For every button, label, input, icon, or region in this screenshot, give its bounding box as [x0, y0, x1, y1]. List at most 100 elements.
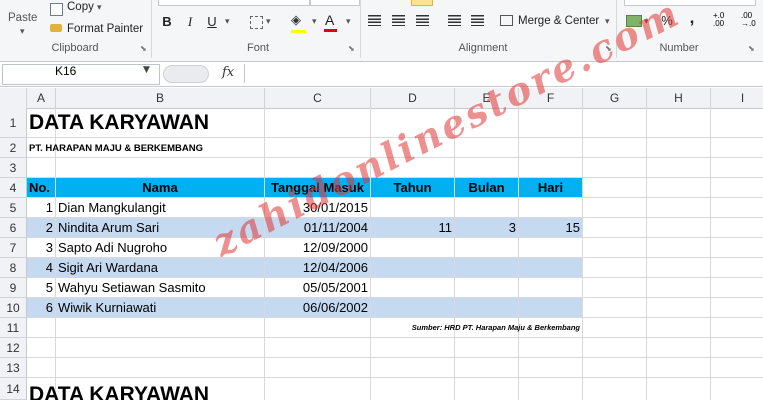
- merge-center-button[interactable]: Merge & Center: [518, 15, 599, 27]
- borders-icon[interactable]: [250, 16, 263, 29]
- row-header-5[interactable]: 5: [0, 198, 27, 218]
- paste-dropdown-icon[interactable]: ▾: [20, 27, 25, 37]
- increase-decimal-icon[interactable]: +.0.00: [713, 12, 724, 28]
- column-header-i[interactable]: I: [711, 88, 763, 108]
- formula-bar: K16 ▼ fx: [0, 62, 763, 87]
- merge-center-dropdown-icon[interactable]: ▾: [605, 17, 610, 27]
- column-header-h[interactable]: H: [647, 88, 711, 108]
- font-color-icon[interactable]: A: [324, 12, 337, 32]
- bold-button[interactable]: B: [160, 14, 174, 29]
- copy-icon: [50, 3, 63, 16]
- row-header-12[interactable]: 12: [0, 338, 27, 358]
- cell-no: 2: [45, 220, 53, 235]
- cell-nama: Wahyu Setiawan Sasmito: [58, 280, 206, 295]
- alignment-launcher-icon[interactable]: ⬊: [605, 45, 613, 53]
- cell-no: 5: [45, 280, 53, 295]
- clipboard-launcher-icon[interactable]: ⬊: [140, 45, 148, 53]
- font-launcher-icon[interactable]: ⬊: [348, 45, 356, 53]
- cell-no: 3: [45, 240, 53, 255]
- header-nama: Nama: [142, 180, 178, 195]
- column-header-e[interactable]: E: [455, 88, 519, 108]
- select-all-corner[interactable]: [0, 88, 27, 108]
- sheet-subtitle: PT. HARAPAN MAJU & BERKEMBANG: [29, 143, 203, 154]
- paste-button[interactable]: Paste: [8, 12, 37, 24]
- cell-tanggal: 01/11/2004: [303, 220, 368, 235]
- borders-dropdown-icon[interactable]: ▾: [266, 17, 271, 27]
- row-header-8[interactable]: 8: [0, 258, 27, 278]
- underline-button[interactable]: U: [205, 14, 219, 29]
- copy-dropdown-icon[interactable]: ▾: [97, 3, 102, 13]
- cell-no: 6: [45, 300, 53, 315]
- column-header-f[interactable]: F: [519, 88, 583, 108]
- ribbon-separator: [151, 0, 152, 58]
- header-hari: Hari: [537, 180, 564, 195]
- formula-input[interactable]: [244, 64, 762, 83]
- fill-color-icon[interactable]: ◈: [291, 13, 306, 33]
- header-bulan: Bulan: [468, 180, 505, 195]
- align-right-icon[interactable]: [416, 15, 429, 26]
- merge-center-icon: [500, 15, 513, 26]
- wrap-text-highlight[interactable]: [411, 0, 433, 6]
- source-note: Sumber: HRD PT. Harapan Maju & Berkemban…: [411, 323, 580, 332]
- number-launcher-icon[interactable]: ⬊: [748, 45, 756, 53]
- cell-no: 4: [45, 260, 53, 275]
- column-header-g[interactable]: G: [583, 88, 647, 108]
- row-header-2[interactable]: 2: [0, 138, 27, 158]
- gridline: [27, 377, 763, 378]
- cell-tanggal: 12/04/2006: [302, 260, 368, 275]
- cell-nama: Wiwik Kurniawati: [58, 300, 157, 315]
- column-header-b[interactable]: B: [56, 88, 265, 108]
- column-header-d[interactable]: D: [371, 88, 455, 108]
- row-header-7[interactable]: 7: [0, 238, 27, 258]
- font-size-box[interactable]: [310, 0, 360, 6]
- row-header-10[interactable]: 10: [0, 298, 27, 318]
- accounting-format-icon[interactable]: [626, 15, 642, 27]
- align-center-icon[interactable]: [392, 15, 405, 26]
- sheet-title-repeat: DATA KARYAWAN: [29, 383, 210, 400]
- cell-no: 1: [45, 200, 53, 215]
- row-header-1[interactable]: 1: [0, 108, 27, 138]
- font-color-dropdown-icon[interactable]: ▾: [346, 17, 351, 27]
- ribbon-separator: [360, 0, 361, 58]
- format-painter-button[interactable]: Format Painter: [67, 23, 143, 35]
- row-header-3[interactable]: 3: [0, 158, 27, 178]
- row-header-14[interactable]: 14: [0, 378, 27, 400]
- worksheet-grid[interactable]: DATA KARYAWAN PT. HARAPAN MAJU & BERKEMB…: [27, 108, 763, 400]
- ribbon-separator: [616, 0, 617, 58]
- cell-tanggal: 30/01/2015: [302, 200, 368, 215]
- decrease-decimal-icon[interactable]: .00 →.0: [741, 12, 756, 28]
- row-header-6[interactable]: 6: [0, 218, 27, 238]
- name-box-dropdown-icon[interactable]: ▼: [143, 65, 150, 75]
- formula-bar-handle-icon[interactable]: [163, 65, 209, 83]
- cell-nama: Nindita Arum Sari: [58, 220, 160, 235]
- ribbon: Paste ▾ Copy ▾ Format Painter Clipboard …: [0, 0, 763, 62]
- insert-function-icon[interactable]: fx: [222, 65, 234, 80]
- fill-color-dropdown-icon[interactable]: ▾: [312, 17, 317, 27]
- column-header-c[interactable]: C: [265, 88, 371, 108]
- row-header-9[interactable]: 9: [0, 278, 27, 298]
- column-header-a[interactable]: A: [27, 88, 56, 108]
- number-group-label: Number: [659, 42, 699, 54]
- copy-button[interactable]: Copy: [67, 1, 94, 13]
- percent-button[interactable]: %: [660, 13, 674, 28]
- align-left-icon[interactable]: [368, 15, 381, 26]
- font-name-box[interactable]: [158, 0, 310, 6]
- decrease-indent-icon[interactable]: [448, 15, 461, 26]
- column-headers: A B C D E F G H I: [0, 88, 763, 109]
- italic-button[interactable]: I: [183, 14, 197, 30]
- header-tahun: Tahun: [393, 180, 432, 195]
- row-header-4[interactable]: 4: [0, 178, 27, 198]
- cell-tahun: 11: [438, 220, 453, 235]
- alignment-group-label: Alignment: [458, 42, 508, 54]
- number-format-box[interactable]: [624, 0, 756, 6]
- clipboard-group-label: Clipboard: [51, 42, 99, 54]
- cell-bulan: 3: [508, 220, 516, 235]
- comma-button[interactable]: ,: [687, 8, 697, 28]
- row-header-13[interactable]: 13: [0, 358, 27, 378]
- underline-dropdown-icon[interactable]: ▾: [225, 17, 230, 27]
- name-box[interactable]: [2, 64, 160, 85]
- accounting-dropdown-icon[interactable]: ▾: [644, 17, 649, 27]
- increase-indent-icon[interactable]: [471, 15, 484, 26]
- row-header-11[interactable]: 11: [0, 318, 27, 338]
- cell-tanggal: 12/09/2000: [302, 240, 368, 255]
